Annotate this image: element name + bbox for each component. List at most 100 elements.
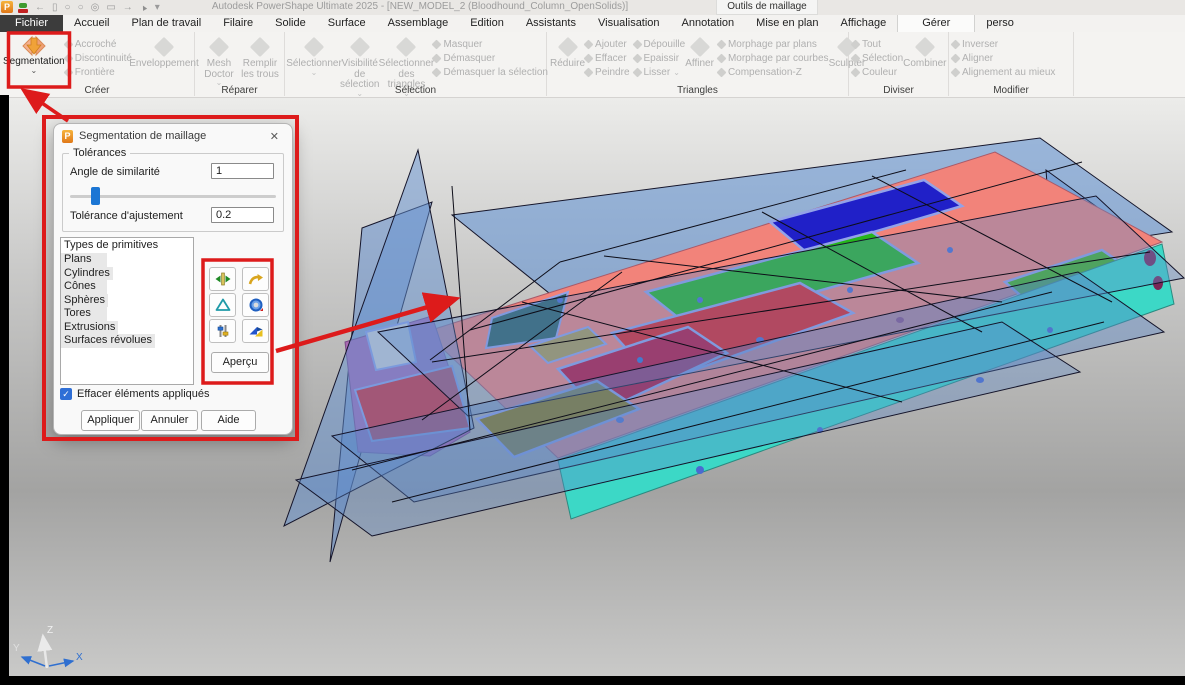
remplir-les-trous-button[interactable]: Remplir les trous [240, 34, 280, 80]
tab-gerer[interactable]: Gérer [897, 15, 975, 32]
group-label-diviser: Diviser [849, 85, 948, 96]
peindre-button[interactable]: Peindre [585, 66, 629, 79]
smooth-icon [632, 68, 642, 78]
filled-region-button[interactable] [242, 293, 269, 317]
selectionner-button[interactable]: Sélectionner ⌄ [288, 34, 340, 76]
creer-small-items: Accroché Discontinuité Frontière [65, 34, 132, 79]
masquer-button[interactable]: Masquer [433, 38, 548, 51]
group-label-reparer: Réparer [195, 85, 284, 96]
list-item-tores[interactable]: Tores [61, 307, 107, 321]
tab-assemblage[interactable]: Assemblage [377, 15, 460, 32]
enveloppement-button[interactable]: Enveloppement [132, 34, 196, 70]
morph-planes-icon [716, 40, 726, 50]
draft-icon [632, 40, 642, 50]
diviser-tout-button[interactable]: Tout [852, 38, 903, 51]
lisser-button[interactable]: Lisser⌄ [634, 66, 686, 79]
filled-region-icon [248, 298, 264, 312]
reduire-button[interactable]: Réduire [550, 34, 585, 70]
morphage-plans-button[interactable]: Morphage par plans [718, 38, 829, 51]
dialog-title-bar[interactable]: P Segmentation de maillage ✕ [54, 124, 292, 148]
sliders-icon [215, 324, 231, 338]
aligner-button[interactable]: Aligner [952, 52, 1055, 65]
list-item-cylindres[interactable]: Cylindres [61, 267, 113, 281]
primitive-types-list[interactable]: Types de primitives Plans Cylindres Cône… [60, 237, 194, 385]
checkbox-checked-icon[interactable]: ✓ [60, 388, 72, 400]
mesh-doctor-button[interactable]: Mesh Doctor ⌄ [198, 34, 240, 86]
discontinuite-button[interactable]: Discontinuité [65, 52, 132, 65]
list-item-surfaces-revolues[interactable]: Surfaces révolues [61, 334, 155, 348]
annuler-button[interactable]: Annuler [141, 410, 198, 431]
close-icon[interactable]: ✕ [265, 129, 284, 144]
inverser-button[interactable]: Inverser [952, 38, 1055, 51]
tab-plan-de-travail[interactable]: Plan de travail [120, 15, 212, 32]
tab-visualisation[interactable]: Visualisation [587, 15, 671, 32]
tab-mise-en-plan[interactable]: Mise en plan [745, 15, 829, 32]
demasquer-button[interactable]: Démasquer [433, 52, 548, 65]
compensation-z-button[interactable]: Compensation-Z [718, 66, 829, 79]
aide-button[interactable]: Aide [201, 410, 256, 431]
flip-segments-button[interactable] [209, 267, 236, 291]
frontiere-button[interactable]: Frontière [65, 66, 132, 79]
mesh-icon [63, 40, 73, 50]
angle-input[interactable] [211, 163, 274, 179]
combiner-button[interactable]: Combiner [903, 34, 946, 70]
group-label-selection: Sélection [285, 85, 546, 96]
group-label-modifier: Modifier [949, 85, 1073, 96]
segmentation-button[interactable]: Segmentation ⌄ [3, 34, 65, 74]
tab-accueil[interactable]: Accueil [63, 15, 120, 32]
tab-affichage[interactable]: Affichage [830, 15, 898, 32]
depouille-button[interactable]: Dépouille [634, 38, 686, 51]
orientation-triad: Z Y X [13, 625, 83, 668]
ribbon-group-selection: Sélectionner ⌄ Visibilité de sélection ⌄… [285, 32, 547, 96]
tab-annotation[interactable]: Annotation [671, 15, 746, 32]
triangle-outline-button[interactable] [209, 293, 236, 317]
apercu-button[interactable]: Aperçu [211, 352, 269, 373]
window-title: Autodesk PowerShape Ultimate 2025 - [NEW… [0, 1, 840, 12]
tab-perso[interactable]: perso [975, 15, 1025, 32]
list-item-plans[interactable]: Plans [61, 253, 107, 267]
align-icon [951, 54, 961, 64]
pinwheel-button[interactable] [242, 319, 269, 343]
tab-solide[interactable]: Solide [264, 15, 317, 32]
effacer-button[interactable]: Effacer [585, 52, 629, 65]
list-item-extrusions[interactable]: Extrusions [61, 321, 118, 335]
tab-fichier[interactable]: Fichier [0, 15, 63, 32]
triangle-outline-icon [215, 298, 231, 312]
ajouter-button[interactable]: Ajouter [585, 38, 629, 51]
ribbon-tab-row: Fichier Accueil Plan de travail Filaire … [0, 15, 1185, 32]
appliquer-button[interactable]: Appliquer [81, 410, 140, 431]
split-color-icon [851, 68, 861, 78]
alignement-au-mieux-button[interactable]: Alignement au mieux [952, 66, 1055, 79]
diviser-selection-button[interactable]: Sélection [852, 52, 903, 65]
diviser-couleur-button[interactable]: Couleur [852, 66, 903, 79]
best-fit-icon [951, 68, 961, 78]
demasquer-selection-button[interactable]: Démasquer la sélection [433, 66, 548, 79]
morphage-courbes-button[interactable]: Morphage par courbes [718, 52, 829, 65]
dialog-title: Segmentation de maillage [79, 130, 259, 142]
list-item-cones[interactable]: Cônes [61, 280, 107, 294]
refine-icon [689, 37, 709, 57]
tab-edition[interactable]: Edition [459, 15, 515, 32]
tab-surface[interactable]: Surface [317, 15, 377, 32]
tab-filaire[interactable]: Filaire [212, 15, 264, 32]
accroche-button[interactable]: Accroché [65, 38, 132, 51]
fit-tolerance-input[interactable] [211, 207, 274, 223]
clear-applied-checkbox-row[interactable]: ✓ Effacer éléments appliqués [60, 388, 210, 400]
selection-small-items: Masquer Démasquer Démasquer la sélection [433, 34, 548, 79]
primitive-list-header: Types de primitives [61, 238, 193, 253]
fit-tolerance-label: Tolérance d'ajustement [70, 210, 183, 222]
epaissir-button[interactable]: Epaissir [634, 52, 686, 65]
tab-assistants[interactable]: Assistants [515, 15, 587, 32]
mesh-doctor-icon [209, 37, 229, 57]
curved-arrow-button[interactable] [242, 267, 269, 291]
affiner-button[interactable]: Affiner [685, 34, 714, 70]
powershape-dialog-icon: P [62, 130, 73, 143]
tolerances-group: Tolérances Angle de similarité Tolérance… [62, 153, 284, 232]
window-edge-bottom [0, 676, 1185, 685]
angle-slider-thumb[interactable] [91, 187, 100, 205]
list-item-spheres[interactable]: Sphères [61, 294, 108, 308]
sliders-button[interactable] [209, 319, 236, 343]
wrap-icon [154, 37, 174, 57]
angle-slider[interactable] [70, 195, 276, 198]
hide-icon [432, 40, 442, 50]
